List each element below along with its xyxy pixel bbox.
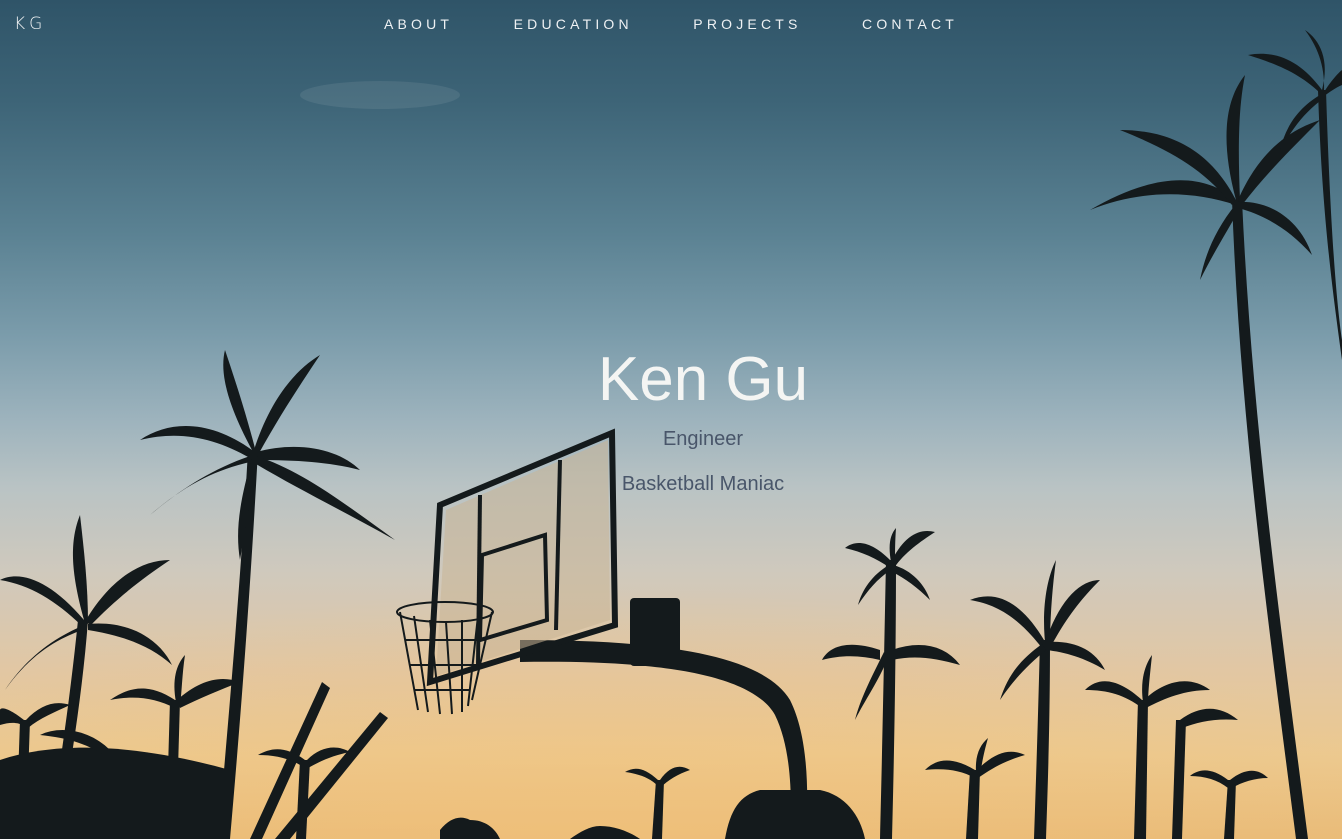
nav-link-education[interactable]: EDUCATION bbox=[514, 16, 633, 32]
hero-tagline-engineer: Engineer bbox=[662, 428, 744, 450]
top-nav: KG ABOUT EDUCATION PROJECTS CONTACT bbox=[0, 0, 1342, 50]
nav-links: ABOUT EDUCATION PROJECTS CONTACT bbox=[0, 16, 1342, 34]
hero-title-block: Ken Gu Engineer Basketball Maniac bbox=[64, 340, 1342, 496]
nav-link-about[interactable]: ABOUT bbox=[384, 16, 453, 32]
nav-link-projects[interactable]: PROJECTS bbox=[693, 16, 801, 32]
hero-section: KG ABOUT EDUCATION PROJECTS CONTACT Ken … bbox=[0, 0, 1342, 839]
hero-tagline-basketball: Basketball Maniac bbox=[621, 473, 785, 495]
hero-name: Ken Gu bbox=[597, 345, 809, 414]
nav-link-contact[interactable]: CONTACT bbox=[862, 16, 958, 32]
